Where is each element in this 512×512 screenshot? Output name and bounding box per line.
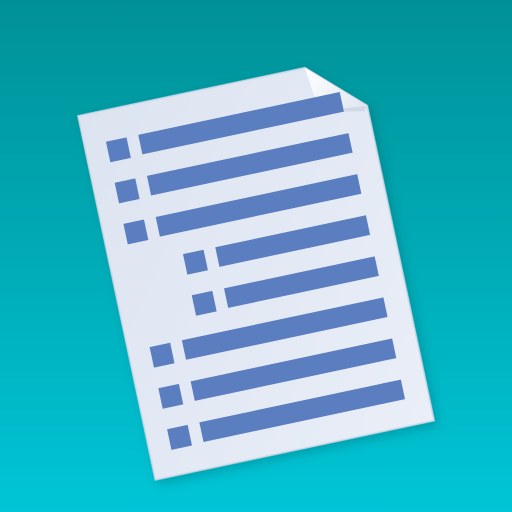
app-icon-background xyxy=(0,0,512,512)
outline-bullet xyxy=(123,219,149,245)
outline-bullet xyxy=(167,424,192,450)
outline-bullet xyxy=(105,137,131,163)
outline-bullet xyxy=(183,249,208,275)
outline-bullet xyxy=(149,342,175,368)
outline-bullet xyxy=(158,383,184,409)
outline-bullet xyxy=(114,178,140,204)
outline-bullet xyxy=(191,290,217,316)
document-list-icon xyxy=(77,66,435,481)
